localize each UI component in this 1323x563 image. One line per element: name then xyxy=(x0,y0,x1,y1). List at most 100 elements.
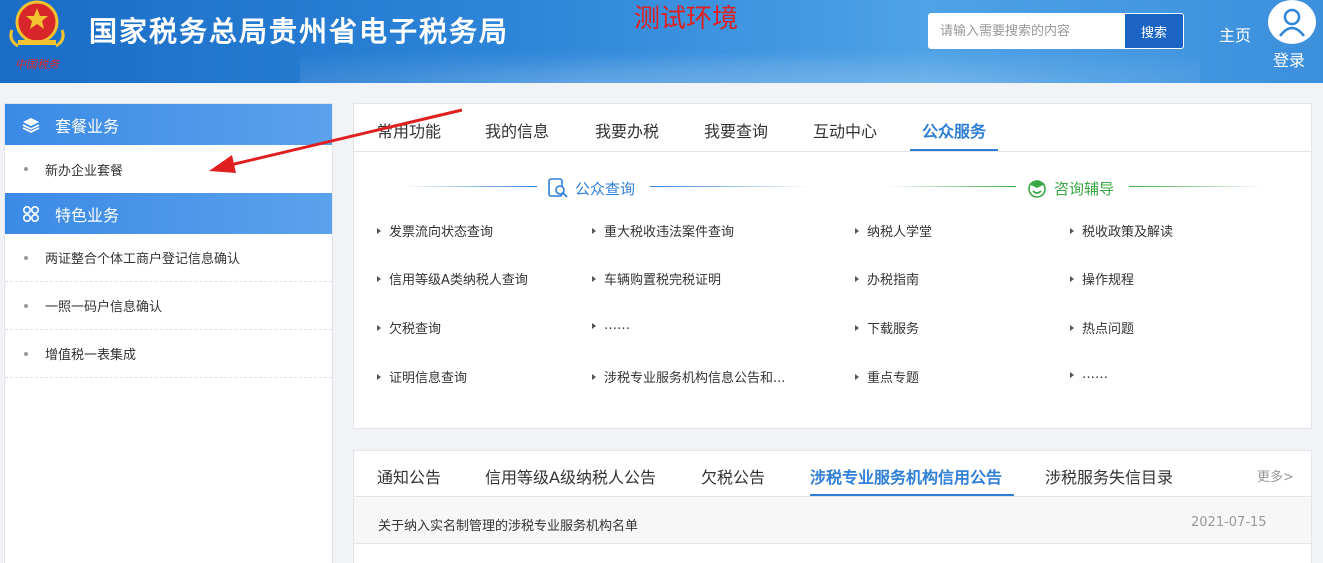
sidebar-item-vat-integration[interactable]: 增值税一表集成 xyxy=(5,330,332,378)
search-box: 搜索 xyxy=(928,13,1184,49)
link-taxpayer-school[interactable]: 纳税人学堂 xyxy=(855,221,932,240)
consult-title: 咨询辅导 xyxy=(1026,177,1114,199)
link-label: 信用等级A类纳税人查询 xyxy=(389,273,528,288)
link-label: 欠税查询 xyxy=(389,322,442,337)
caret-right-icon xyxy=(592,275,596,282)
caret-right-icon xyxy=(855,324,859,331)
bullet-dot xyxy=(24,351,28,356)
sidebar-item-label: 新办企业套餐 xyxy=(45,163,124,179)
notice-tabs: 通知公告 信用等级A级纳税人公告 欠税公告 涉税专业服务机构信用公告 涉税服务失… xyxy=(354,451,1311,497)
link-vehicle-tax-cert[interactable]: 车辆购置税完税证明 xyxy=(592,269,721,288)
divider-line xyxy=(650,186,810,187)
service-tabs: 常用功能 我的信息 我要办税 我要查询 互动中心 公众服务 xyxy=(354,104,1311,152)
test-environment-label: 测试环境 xyxy=(634,4,739,34)
link-label: 车辆购置税完税证明 xyxy=(604,273,722,288)
link-label: …… xyxy=(1082,367,1108,382)
caret-right-icon xyxy=(377,324,381,331)
caret-right-icon xyxy=(377,227,381,234)
caret-right-icon xyxy=(855,227,859,234)
sidebar-item-label: 两证整合个体工商户登记信息确认 xyxy=(45,252,241,267)
search-input[interactable] xyxy=(929,14,1125,48)
sidebar-item-two-cert-confirm[interactable]: 两证整合个体工商户登记信息确认 xyxy=(5,234,332,282)
tab-do-tax[interactable]: 我要办税 xyxy=(595,118,659,142)
section-title-text: 公众查询 xyxy=(575,179,636,198)
link-certificate-query[interactable]: 证明信息查询 xyxy=(377,367,467,386)
caret-right-icon xyxy=(855,373,859,380)
caret-right-icon xyxy=(592,227,596,234)
caret-right-icon xyxy=(377,275,381,282)
public-query-title: 公众查询 xyxy=(547,177,635,199)
link-label: 重大税收违法案件查询 xyxy=(604,225,735,240)
active-tab-underline xyxy=(810,494,1014,496)
link-label: 证明信息查询 xyxy=(389,371,468,386)
divider-line xyxy=(884,186,1016,187)
home-link[interactable]: 主页 xyxy=(1219,22,1251,46)
link-tax-agency-info[interactable]: 涉税专业服务机构信息公告和... xyxy=(592,367,785,386)
sidebar-header-label: 套餐业务 xyxy=(55,116,120,136)
link-tax-guide[interactable]: 办税指南 xyxy=(855,269,919,288)
tab-public-service[interactable]: 公众服务 xyxy=(922,118,986,142)
notice-date: 2021-07-15 xyxy=(1191,515,1267,530)
link-tax-policy[interactable]: 税收政策及解读 xyxy=(1070,221,1173,240)
link-label: 重点专题 xyxy=(867,371,920,386)
divider-line xyxy=(402,186,537,187)
site-title: 国家税务总局贵州省电子税务局 xyxy=(89,15,510,48)
tab-agency-credit-notice[interactable]: 涉税专业服务机构信用公告 xyxy=(810,464,1002,488)
caret-right-icon xyxy=(1070,275,1074,282)
notice-row[interactable]: 关于纳入实名制管理的涉税专业服务机构名单 2021-07-15 xyxy=(354,498,1311,544)
search-button[interactable]: 搜索 xyxy=(1125,14,1183,48)
tab-notices[interactable]: 通知公告 xyxy=(377,464,441,488)
site-header: 中国税务 国家税务总局贵州省电子税务局 测试环境 搜索 主页 登录 xyxy=(0,0,1323,83)
sidebar-header-packages[interactable]: 套餐业务 xyxy=(5,104,332,145)
caret-right-icon xyxy=(592,322,596,329)
link-major-violation-query[interactable]: 重大税收违法案件查询 xyxy=(592,221,734,240)
caret-right-icon xyxy=(592,373,596,380)
link-download-service[interactable]: 下载服务 xyxy=(855,318,919,337)
link-hot-issues[interactable]: 热点问题 xyxy=(1070,318,1134,337)
tab-my-info[interactable]: 我的信息 xyxy=(485,118,549,142)
sidebar: 套餐业务 新办企业套餐 特色业务 两证整合个体工商户登记信息确认 一照一码户信息… xyxy=(4,103,333,563)
sidebar-item-one-license-confirm[interactable]: 一照一码户信息确认 xyxy=(5,282,332,330)
link-label: 热点问题 xyxy=(1082,322,1135,337)
tab-credit-a-notice[interactable]: 信用等级A级纳税人公告 xyxy=(485,464,656,488)
apps-icon xyxy=(21,204,41,224)
divider-line xyxy=(1129,186,1264,187)
link-key-topics[interactable]: 重点专题 xyxy=(855,367,919,386)
service-panel: 常用功能 我的信息 我要办税 我要查询 互动中心 公众服务 公众查询 咨询辅导 … xyxy=(353,103,1312,429)
sidebar-item-new-enterprise-package[interactable]: 新办企业套餐 xyxy=(5,145,332,193)
tab-common[interactable]: 常用功能 xyxy=(377,118,441,142)
link-label: …… xyxy=(604,318,630,333)
notice-title: 关于纳入实名制管理的涉税专业服务机构名单 xyxy=(378,519,639,534)
tab-arrears-notice[interactable]: 欠税公告 xyxy=(701,464,765,488)
tax-emblem-logo: 中国税务 xyxy=(4,0,70,74)
link-arrears-query[interactable]: 欠税查询 xyxy=(377,318,441,337)
document-search-icon xyxy=(548,178,568,198)
caret-right-icon xyxy=(1070,324,1074,331)
caret-right-icon xyxy=(377,373,381,380)
link-label: 下载服务 xyxy=(867,322,920,337)
link-more-consult[interactable]: …… xyxy=(1070,367,1108,382)
link-invoice-flow-query[interactable]: 发票流向状态查询 xyxy=(377,221,493,240)
link-operation-rules[interactable]: 操作规程 xyxy=(1070,269,1134,288)
link-label: 纳税人学堂 xyxy=(867,225,933,240)
notice-panel: 通知公告 信用等级A级纳税人公告 欠税公告 涉税专业服务机构信用公告 涉税服务失… xyxy=(353,450,1312,563)
bullet-dot xyxy=(24,167,28,171)
link-more-query[interactable]: …… xyxy=(592,318,630,333)
tab-dishonest-list[interactable]: 涉税服务失信目录 xyxy=(1045,464,1173,488)
layers-icon xyxy=(21,115,41,135)
sidebar-header-featured[interactable]: 特色业务 xyxy=(5,193,332,234)
section-title-text: 咨询辅导 xyxy=(1054,179,1115,198)
user-avatar-icon[interactable] xyxy=(1268,0,1316,44)
more-link[interactable]: 更多> xyxy=(1257,466,1294,485)
tab-interaction[interactable]: 互动中心 xyxy=(813,118,877,142)
tab-query[interactable]: 我要查询 xyxy=(704,118,768,142)
sidebar-item-label: 一照一码户信息确认 xyxy=(45,300,163,315)
caret-right-icon xyxy=(1070,227,1074,234)
emblem-caption: 中国税务 xyxy=(15,58,60,71)
link-label: 税收政策及解读 xyxy=(1082,225,1174,240)
sidebar-item-label: 增值税一表集成 xyxy=(45,348,137,363)
graduation-cap-icon xyxy=(1028,180,1046,198)
login-link[interactable]: 登录 xyxy=(1273,47,1305,71)
link-credit-a-query[interactable]: 信用等级A类纳税人查询 xyxy=(377,269,528,288)
link-label: 涉税专业服务机构信息公告和... xyxy=(604,371,786,386)
